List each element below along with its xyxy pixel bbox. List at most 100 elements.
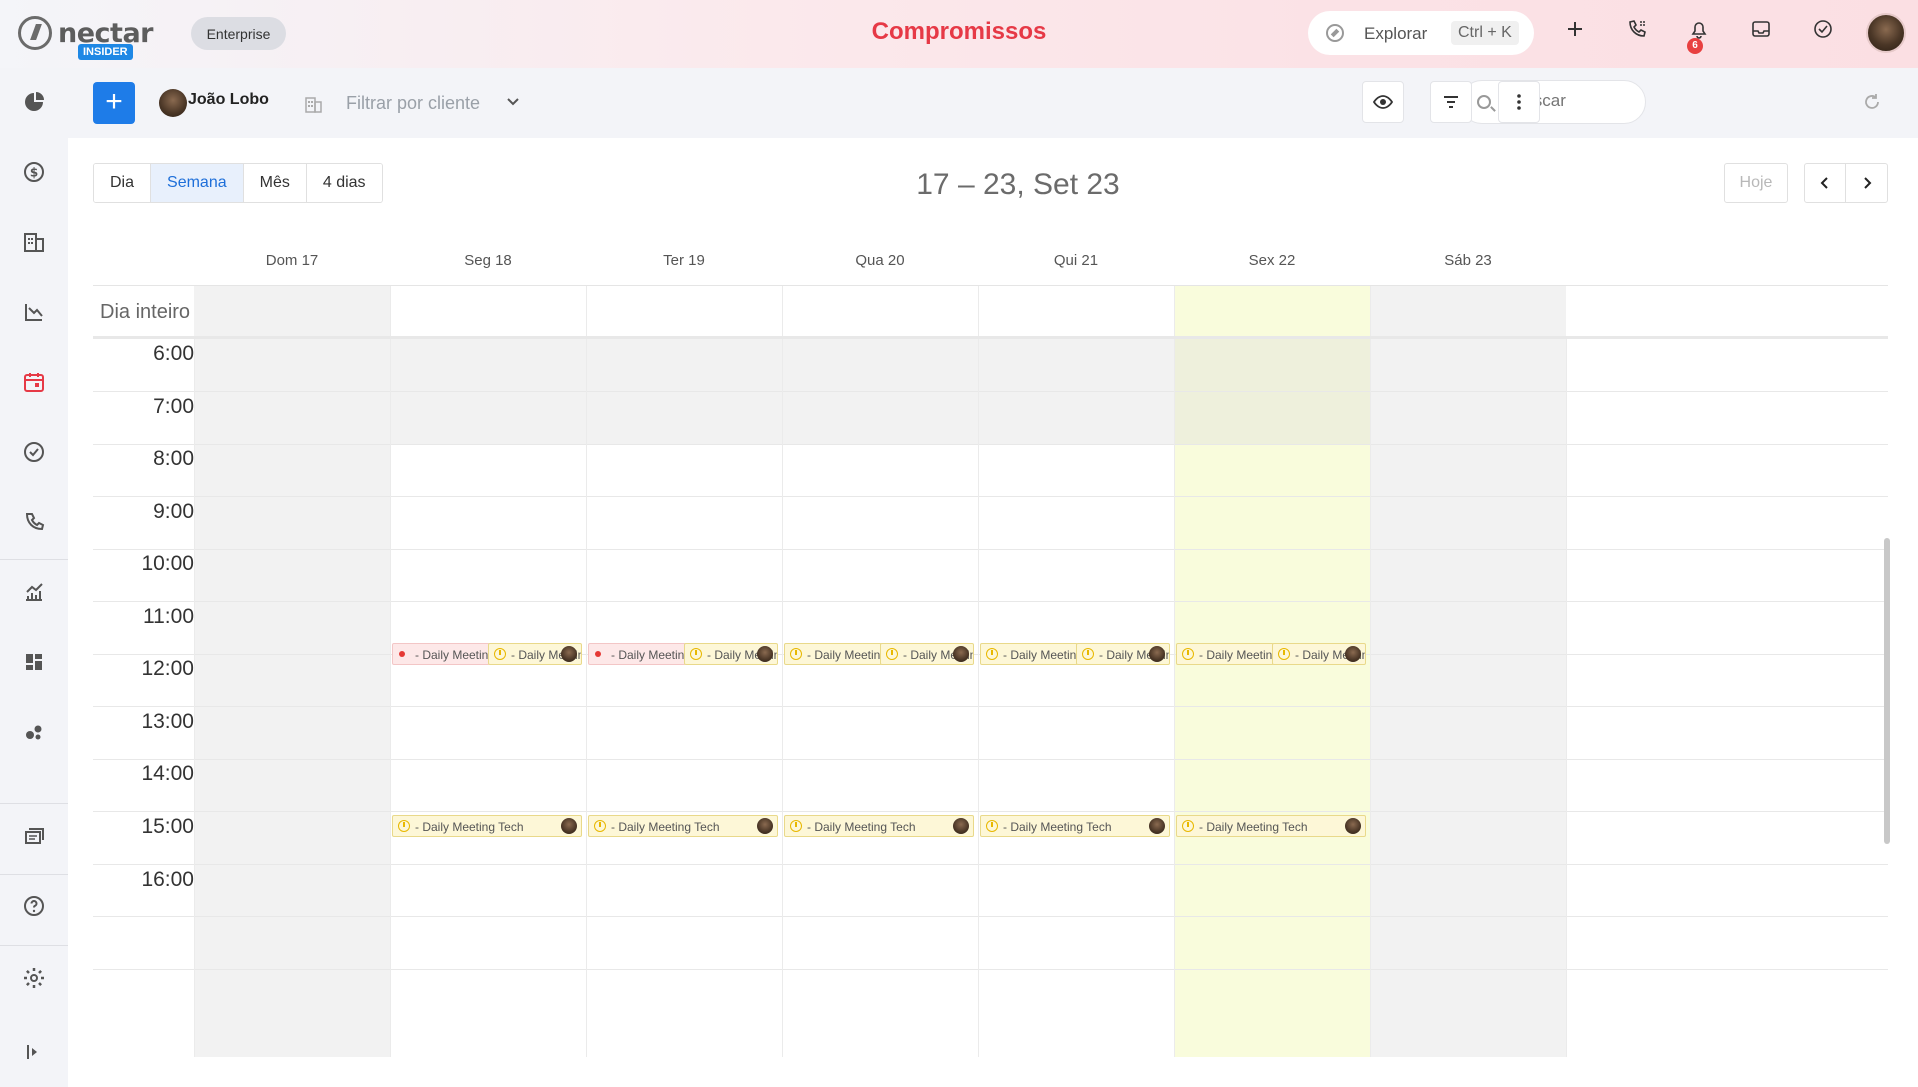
day-header-sat[interactable]: Sáb 23 bbox=[1370, 252, 1566, 269]
day-header-fri[interactable]: Sex 22 bbox=[1174, 252, 1370, 269]
add-appointment-button[interactable]: + bbox=[93, 82, 135, 124]
hour-label: 12:00 bbox=[141, 657, 194, 680]
event-title: - Daily Meeting Tech bbox=[415, 820, 524, 834]
event-daily-meeting[interactable]: - Daily Meeting bbox=[1076, 643, 1170, 665]
event-daily-meeting-tech[interactable]: - Daily Meeting Tech bbox=[392, 815, 582, 837]
sidebar-divider bbox=[0, 803, 68, 804]
courses-icon[interactable] bbox=[14, 816, 54, 856]
trending-chart-icon[interactable] bbox=[14, 572, 54, 612]
hour-label: 9:00 bbox=[153, 500, 194, 523]
status-dot-icon bbox=[399, 651, 405, 657]
help-icon[interactable] bbox=[14, 886, 54, 926]
day-header-tue[interactable]: Ter 19 bbox=[586, 252, 782, 269]
week-navigation bbox=[1804, 163, 1888, 203]
col-divider bbox=[978, 339, 979, 1057]
nectar-logo[interactable]: nectar INSIDER bbox=[18, 14, 153, 60]
view-tab-day[interactable]: Dia bbox=[94, 164, 152, 202]
event-daily-meeting-tech[interactable]: - Daily Meeting Tech bbox=[588, 815, 778, 837]
clock-icon bbox=[1182, 648, 1194, 660]
visibility-button[interactable] bbox=[1362, 81, 1404, 123]
previous-week-button[interactable] bbox=[1805, 164, 1847, 202]
phone-dialpad-icon[interactable] bbox=[1622, 18, 1652, 48]
gear-icon[interactable] bbox=[14, 958, 54, 998]
event-daily-meeting[interactable]: - Daily Meeting bbox=[684, 643, 778, 665]
today-column[interactable] bbox=[1174, 444, 1370, 1057]
day-header-sun[interactable]: Dom 17 bbox=[194, 252, 390, 269]
event-daily-meeting-tech[interactable]: - Daily Meeting Tech bbox=[980, 815, 1170, 837]
client-filter[interactable]: Filtrar por cliente bbox=[346, 93, 480, 114]
event-daily-meeting-tech[interactable]: - Daily Meeting Tech bbox=[784, 815, 974, 837]
chevron-down-icon[interactable] bbox=[506, 94, 520, 113]
clock-icon bbox=[986, 648, 998, 660]
view-tab-month[interactable]: Mês bbox=[243, 164, 307, 202]
user-name[interactable]: João Lobo bbox=[188, 91, 269, 109]
event-daily-meeting[interactable]: - Daily Meeting bbox=[588, 643, 686, 665]
hour-line bbox=[93, 811, 1888, 812]
user-avatar[interactable] bbox=[1866, 13, 1906, 53]
event-title: - Daily Meeting bbox=[807, 648, 882, 662]
refresh-icon[interactable] bbox=[1862, 92, 1882, 112]
calendar-toolbar: + João Lobo Filtrar por cliente bbox=[68, 68, 1918, 138]
event-daily-meeting[interactable]: - Daily Meeting bbox=[980, 643, 1078, 665]
plan-badge[interactable]: Enterprise bbox=[191, 17, 286, 50]
eye-icon bbox=[1372, 95, 1394, 109]
event-daily-meeting[interactable]: - Daily Meeting bbox=[488, 643, 582, 665]
hour-label: 6:00 bbox=[153, 342, 194, 365]
building-icon[interactable] bbox=[14, 222, 54, 262]
notification-count-badge: 6 bbox=[1687, 38, 1703, 54]
integrations-icon[interactable] bbox=[14, 712, 54, 752]
dollar-icon[interactable]: $ bbox=[14, 152, 54, 192]
logo-badge: INSIDER bbox=[78, 44, 133, 60]
vertical-scrollbar[interactable] bbox=[1884, 138, 1890, 1087]
funnel-chart-icon[interactable] bbox=[14, 292, 54, 332]
event-daily-meeting[interactable]: - Daily Meeting bbox=[880, 643, 974, 665]
check-circle-icon[interactable] bbox=[1808, 18, 1838, 48]
event-daily-meeting[interactable]: - Daily Meeting bbox=[1176, 643, 1274, 665]
search-icon bbox=[1477, 95, 1491, 109]
clock-icon bbox=[1182, 820, 1194, 832]
event-daily-meeting[interactable]: - Daily Meeting bbox=[1272, 643, 1366, 665]
tasks-check-icon[interactable] bbox=[14, 432, 54, 472]
calendar-icon[interactable] bbox=[14, 362, 54, 402]
next-week-button[interactable] bbox=[1846, 164, 1887, 202]
view-tab-4days[interactable]: 4 dias bbox=[306, 164, 382, 202]
today-button[interactable]: Hoje bbox=[1724, 163, 1788, 203]
event-title: - Daily Meeting Tech bbox=[611, 820, 720, 834]
hour-line bbox=[93, 864, 1888, 865]
explore-search[interactable]: Explorar Ctrl + K bbox=[1308, 11, 1534, 55]
saturday-shade bbox=[1370, 444, 1566, 1057]
filter-button[interactable] bbox=[1430, 81, 1472, 123]
hour-label: 14:00 bbox=[141, 762, 194, 785]
hour-label: 10:00 bbox=[141, 552, 194, 575]
hour-line bbox=[93, 916, 1888, 917]
scrollbar-thumb[interactable] bbox=[1884, 538, 1890, 844]
calendar-card: Dia Semana Mês 4 dias 17 – 23, Set 23 Ho… bbox=[68, 138, 1918, 1087]
day-header-mon[interactable]: Seg 18 bbox=[390, 252, 586, 269]
day-header-wed[interactable]: Qua 20 bbox=[782, 252, 978, 269]
clock-icon bbox=[886, 648, 898, 660]
event-daily-meeting[interactable]: - Daily Meeting bbox=[392, 643, 490, 665]
col-divider bbox=[1174, 286, 1175, 336]
clock-icon bbox=[594, 820, 606, 832]
col-divider bbox=[390, 286, 391, 336]
dashboard-icon[interactable] bbox=[14, 642, 54, 682]
inbox-icon[interactable] bbox=[1746, 18, 1776, 48]
sunday-shade bbox=[194, 286, 390, 336]
attendee-avatar bbox=[953, 818, 969, 834]
attendee-avatar bbox=[953, 646, 969, 662]
clock-icon bbox=[790, 648, 802, 660]
phone-icon[interactable] bbox=[14, 502, 54, 542]
search-box[interactable] bbox=[1460, 80, 1646, 124]
event-daily-meeting-tech[interactable]: - Daily Meeting Tech bbox=[1176, 815, 1366, 837]
sunday-shade bbox=[194, 444, 390, 1057]
event-title: - Daily Meeting Tech bbox=[807, 820, 916, 834]
pie-chart-icon[interactable] bbox=[14, 82, 54, 122]
more-options-button[interactable] bbox=[1498, 81, 1540, 123]
user-avatar[interactable] bbox=[159, 89, 187, 117]
event-daily-meeting[interactable]: - Daily Meeting bbox=[784, 643, 882, 665]
today-allday-cell[interactable] bbox=[1174, 286, 1370, 336]
expand-sidebar-icon[interactable] bbox=[14, 1032, 54, 1072]
view-tab-week[interactable]: Semana bbox=[151, 164, 244, 202]
add-icon[interactable] bbox=[1560, 18, 1590, 48]
day-header-thu[interactable]: Qui 21 bbox=[978, 252, 1174, 269]
